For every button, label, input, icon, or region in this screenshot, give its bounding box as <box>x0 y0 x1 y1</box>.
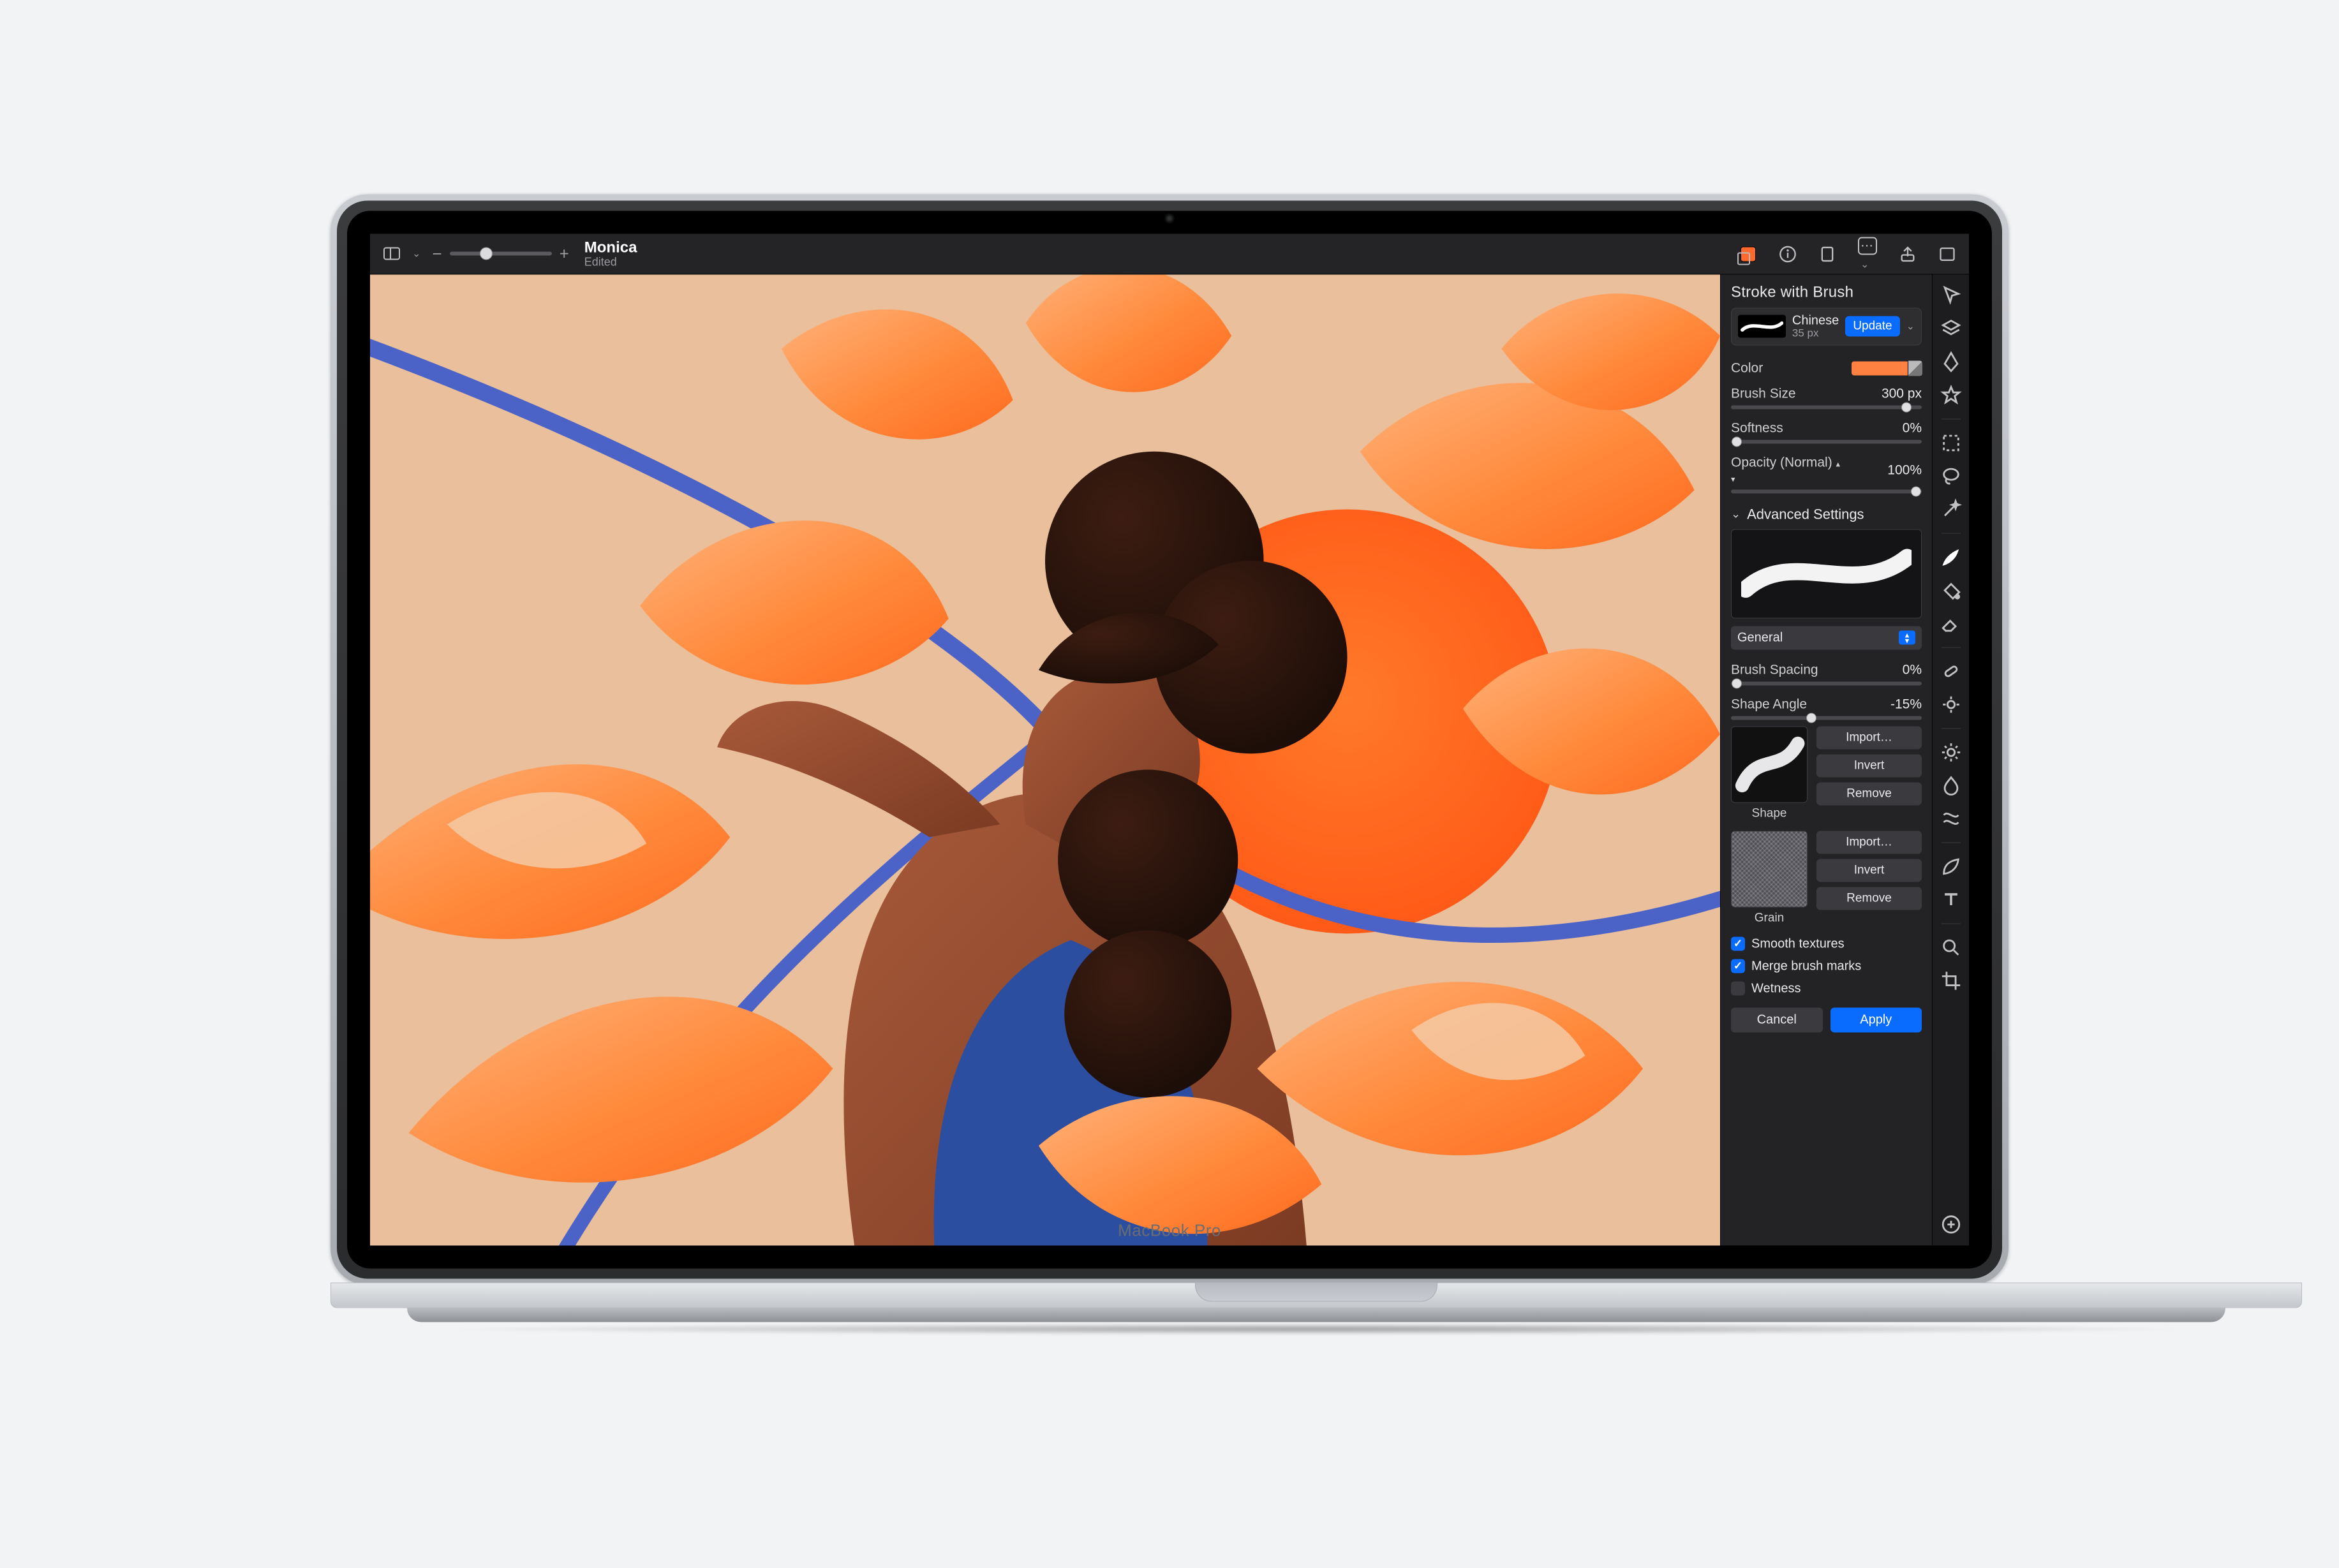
document-name: Monica <box>584 240 637 256</box>
shape-thumbnail[interactable] <box>1731 726 1808 802</box>
info-icon[interactable] <box>1779 245 1797 263</box>
zoom-control: − + <box>432 244 568 263</box>
device-brand: MacBook Pro <box>1118 1220 1221 1240</box>
top-toolbar: ⌄ − + Monica Edited <box>370 233 1969 274</box>
shape-angle-value: -15% <box>1890 697 1922 712</box>
shape-invert-button[interactable]: Invert <box>1816 754 1922 777</box>
tablet-icon[interactable] <box>1818 245 1836 263</box>
update-button[interactable]: Update <box>1845 316 1899 337</box>
wand-tool-icon[interactable] <box>1940 498 1962 520</box>
softness-value: 0% <box>1903 420 1922 436</box>
brush-spacing-label: Brush Spacing <box>1731 662 1818 677</box>
brush-thumb <box>1738 315 1786 338</box>
warp-tool-icon[interactable] <box>1940 808 1962 829</box>
grain-import-button[interactable]: Import… <box>1816 831 1922 854</box>
zoom-tool-icon[interactable] <box>1940 936 1962 958</box>
laptop-base <box>330 1282 2302 1328</box>
layers-tool-icon[interactable] <box>1940 318 1962 339</box>
shape-remove-button[interactable]: Remove <box>1816 782 1922 805</box>
shape-angle-label: Shape Angle <box>1731 697 1807 712</box>
share-icon[interactable] <box>1899 245 1917 263</box>
clone-tool-icon[interactable] <box>1940 693 1962 715</box>
color-swatch[interactable] <box>1852 361 1922 375</box>
advanced-settings-header[interactable]: ⌄Advanced Settings <box>1731 499 1922 529</box>
brush-spacing-value: 0% <box>1903 662 1922 677</box>
grain-thumbnail[interactable] <box>1731 831 1808 907</box>
webcam <box>1164 213 1175 223</box>
settings-category-label: General <box>1737 630 1783 645</box>
opacity-label: Opacity (Normal) ▴▾ <box>1731 455 1840 485</box>
more-options[interactable]: ⋯⌄ <box>1858 237 1877 271</box>
softness-label: Softness <box>1731 420 1783 436</box>
grain-label: Grain <box>1755 911 1784 925</box>
star-tool-icon[interactable] <box>1940 384 1962 406</box>
smooth-textures-checkbox[interactable]: Smooth textures <box>1731 933 1922 955</box>
settings-category-select[interactable]: General ▴▾ <box>1731 626 1922 649</box>
sidebar-toggle-chevron[interactable]: ⌄ <box>412 248 420 260</box>
zoom-out[interactable]: − <box>432 244 442 263</box>
softness-slider[interactable] <box>1731 440 1922 443</box>
fullscreen-icon[interactable] <box>1938 245 1956 263</box>
eraser-tool-icon[interactable] <box>1940 612 1962 634</box>
pen-tool-icon[interactable] <box>1940 351 1962 373</box>
light-tool-icon[interactable] <box>1940 741 1962 763</box>
type-tool-icon[interactable] <box>1940 889 1962 910</box>
brush-size-value: 300 px <box>1882 386 1922 401</box>
shape-label: Shape <box>1752 806 1787 820</box>
sidebar-toggle[interactable] <box>383 245 401 263</box>
color-label: Color <box>1731 360 1763 376</box>
brush-spacing-slider[interactable] <box>1731 681 1922 685</box>
brush-size-chip: 35 px <box>1792 327 1839 339</box>
crop-tool-icon[interactable] <box>1940 970 1962 991</box>
lasso-tool-icon[interactable] <box>1940 465 1962 487</box>
zoom-in[interactable]: + <box>560 244 569 263</box>
zoom-slider[interactable] <box>450 252 552 256</box>
document-title[interactable]: Monica Edited <box>584 240 637 268</box>
apply-button[interactable]: Apply <box>1830 1007 1922 1032</box>
document-status: Edited <box>584 256 637 268</box>
brush-preview <box>1731 529 1922 618</box>
laptop-lid: ⌄ − + Monica Edited <box>330 194 2009 1285</box>
shape-import-button[interactable]: Import… <box>1816 726 1922 749</box>
panel-title: Stroke with Brush <box>1721 274 1932 307</box>
opacity-slider[interactable] <box>1731 489 1922 493</box>
blur-tool-icon[interactable] <box>1940 774 1962 796</box>
heal-tool-icon[interactable] <box>1940 660 1962 682</box>
app-window: ⌄ − + Monica Edited <box>370 233 1969 1245</box>
wetness-checkbox[interactable]: Wetness <box>1731 977 1922 1000</box>
canvas[interactable] <box>370 274 1720 1245</box>
arrow-tool-icon[interactable] <box>1940 285 1962 306</box>
grain-invert-button[interactable]: Invert <box>1816 859 1922 882</box>
grain-remove-button[interactable]: Remove <box>1816 887 1922 910</box>
bucket-tool-icon[interactable] <box>1940 579 1962 601</box>
brush-menu-chevron[interactable]: ⌄ <box>1906 320 1915 333</box>
tool-strip <box>1932 274 1969 1245</box>
marquee-tool-icon[interactable] <box>1940 432 1962 454</box>
inspector-panel: Stroke with Brush Chinese 35 px <box>1720 274 1969 1245</box>
brush-name: Chinese <box>1792 313 1839 327</box>
add-tool-icon[interactable] <box>1940 1213 1962 1235</box>
brush-size-slider[interactable] <box>1731 405 1922 409</box>
shape-angle-slider[interactable] <box>1731 716 1922 720</box>
opacity-value: 100% <box>1887 462 1922 478</box>
color-row: Color <box>1731 355 1922 381</box>
brush-size-label: Brush Size <box>1731 386 1796 401</box>
brush-tool-icon[interactable] <box>1940 546 1962 568</box>
shape-tool-icon[interactable] <box>1940 855 1962 877</box>
cancel-button[interactable]: Cancel <box>1731 1007 1823 1032</box>
merge-brush-marks-checkbox[interactable]: Merge brush marks <box>1731 955 1922 977</box>
artwork-illustration <box>370 274 1720 1245</box>
brush-selector[interactable]: Chinese 35 px Update ⌄ <box>1731 307 1922 345</box>
color-picker-icon[interactable] <box>1739 245 1757 263</box>
